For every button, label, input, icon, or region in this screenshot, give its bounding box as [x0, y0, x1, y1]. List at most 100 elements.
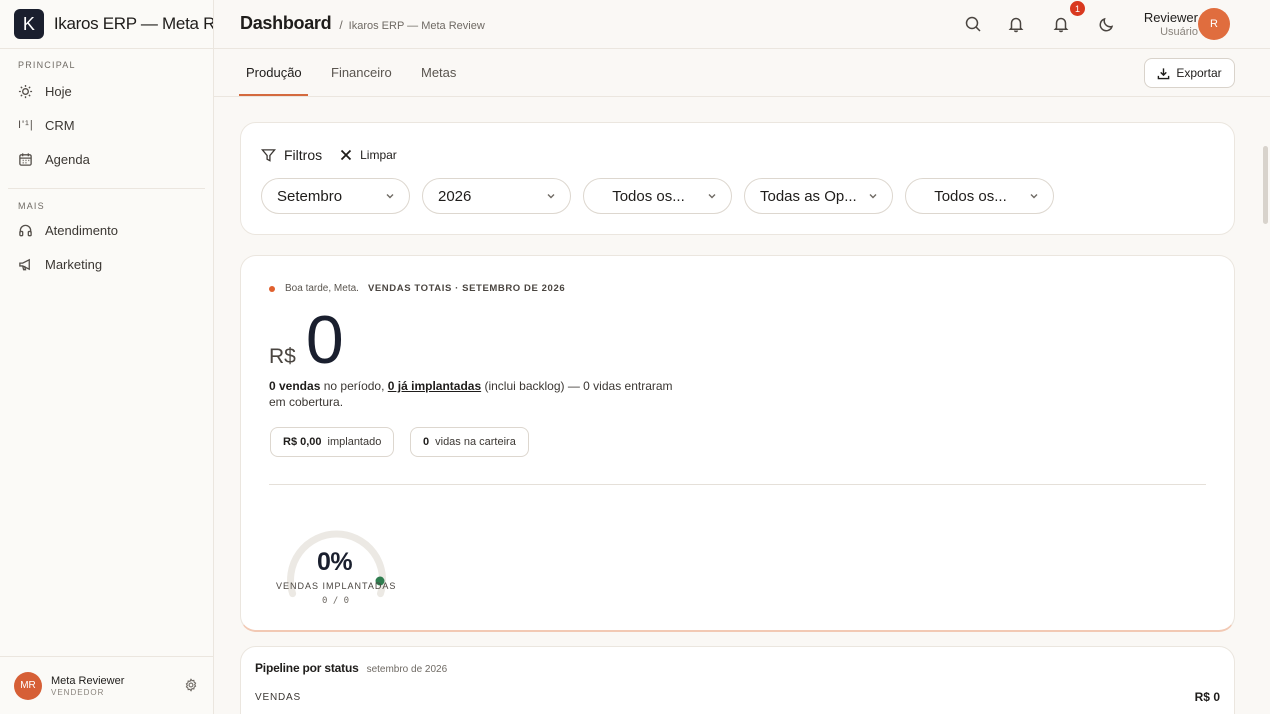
year-select-value: 2026 — [438, 187, 472, 205]
filter-select-5[interactable]: Todos os... — [905, 178, 1054, 214]
header-user-name: Reviewer — [1143, 10, 1198, 25]
summary-text-1: no período, — [320, 379, 388, 393]
clear-filters-button[interactable]: Limpar — [340, 148, 397, 162]
lives-chip: 0 vidas na carteira — [410, 427, 529, 457]
sales-total: 0 — [305, 302, 344, 378]
operator-select[interactable]: Todas as Op... — [744, 178, 893, 214]
megaphone-icon — [19, 258, 30, 270]
pipeline-header: Pipeline por status setembro de 2026 — [255, 661, 447, 675]
sales-divider — [269, 484, 1206, 485]
tab-bar: Produção Financeiro Metas Exportar — [214, 49, 1270, 97]
chevron-down-icon — [547, 194, 555, 199]
sales-heading: VENDAS TOTAIS · SETEMBRO DE 2026 — [367, 283, 566, 294]
chevron-down-icon — [1030, 194, 1038, 199]
clear-filters-label: Limpar — [360, 148, 397, 162]
pipeline-title: Pipeline por status — [255, 661, 359, 675]
gauge-label: VENDAS IMPLANTADAS — [276, 581, 397, 591]
filters-title: Filtros — [284, 147, 323, 163]
sidebar-item-label: Marketing — [45, 256, 103, 272]
filter-select-5-value: Todos os... — [934, 187, 1007, 205]
moon-icon[interactable] — [1098, 15, 1116, 33]
export-button[interactable]: Exportar — [1144, 58, 1235, 88]
breadcrumb: Dashboard / Ikaros ERP — Meta Review — [240, 13, 485, 34]
greeting: Boa tarde, Meta. — [285, 283, 359, 294]
bell-icon[interactable] — [1007, 15, 1025, 33]
currency-symbol: R$ — [269, 345, 296, 368]
brand-logo: K — [14, 9, 44, 39]
status-dot — [269, 285, 275, 292]
brand[interactable]: K Ikaros ERP — Meta Review — [0, 0, 213, 49]
close-icon — [340, 149, 352, 161]
user-info: Meta Reviewer VENDEDOR — [51, 675, 124, 697]
sidebar: K Ikaros ERP — Meta Review PRINCIPAL Hoj… — [0, 0, 214, 714]
sidebar-item-hoje[interactable]: Hoje — [0, 74, 213, 108]
brand-name: Ikaros ERP — Meta Review — [53, 14, 213, 33]
sales-card: Boa tarde, Meta. VENDAS TOTAIS · SETEMBR… — [240, 255, 1235, 632]
implanted-chip: R$ 0,00 implantado — [270, 427, 395, 457]
implanted-label: implantado — [327, 436, 382, 448]
chevron-down-icon — [869, 194, 877, 199]
filters-card: Filtros Limpar Setembro 2026 Todos os...… — [240, 122, 1235, 235]
pipeline-row-value: R$ 0 — [1194, 690, 1220, 704]
sidebar-item-agenda[interactable]: Agenda — [0, 142, 213, 176]
page-title: Dashboard — [240, 13, 332, 33]
top-header: Dashboard / Ikaros ERP — Meta Review 1 R… — [214, 0, 1270, 49]
pipeline-row-label: VENDAS — [255, 692, 301, 703]
sidebar-item-label: Agenda — [45, 151, 90, 167]
filters-header: Filtros Limpar — [261, 147, 397, 163]
chevron-down-icon — [708, 194, 716, 199]
breadcrumb-separator: / — [339, 18, 343, 32]
month-select[interactable]: Setembro — [261, 178, 410, 214]
user-name: Meta Reviewer — [51, 674, 125, 687]
tab-metas[interactable]: Metas — [421, 65, 456, 80]
sales-count: 0 vendas — [269, 379, 321, 393]
header-user-role: Usuário — [1160, 26, 1198, 38]
breadcrumb-path[interactable]: Ikaros ERP — Meta Review — [349, 20, 485, 32]
kanban-icon: I'¹| — [18, 119, 34, 131]
lives-label: vidas na carteira — [435, 436, 516, 448]
avatar: MR — [14, 671, 42, 700]
gear-icon[interactable] — [184, 678, 198, 692]
sidebar-item-marketing[interactable]: Marketing — [0, 247, 213, 281]
chevron-down-icon — [386, 194, 394, 199]
sidebar-item-atendimento[interactable]: Atendimento — [0, 213, 213, 247]
lives-value: 0 — [423, 436, 430, 448]
sidebar-item-label: Atendimento — [45, 222, 118, 238]
sales-header-row: Boa tarde, Meta. VENDAS TOTAIS · SETEMBR… — [269, 283, 565, 294]
headset-icon — [19, 224, 32, 236]
export-label: Exportar — [1176, 66, 1222, 80]
pipeline-subtitle: setembro de 2026 — [366, 664, 448, 675]
sidebar-item-label: CRM — [45, 117, 75, 133]
page-scrollbar[interactable] — [1263, 146, 1268, 224]
sidebar-user[interactable]: MR Meta Reviewer VENDEDOR — [0, 656, 213, 714]
header-avatar[interactable]: R — [1198, 8, 1230, 40]
section-label-mais: MAIS — [18, 201, 45, 211]
filter-select-3[interactable]: Todos os... — [583, 178, 732, 214]
operator-select-value: Todas as Op... — [760, 187, 857, 205]
search-icon[interactable] — [964, 15, 982, 33]
sun-icon — [18, 84, 33, 98]
section-label-principal: PRINCIPAL — [18, 60, 76, 70]
sales-amount: R$ 0 — [269, 302, 344, 378]
year-select[interactable]: 2026 — [422, 178, 571, 214]
sales-summary: 0 vendas no período, 0 já implantadas (i… — [269, 378, 689, 410]
user-role: VENDEDOR — [51, 687, 105, 697]
gauge-count: 0 / 0 — [322, 596, 350, 606]
filter-select-3-value: Todos os... — [612, 187, 685, 205]
month-select-value: Setembro — [277, 187, 343, 205]
tab-producao[interactable]: Produção — [246, 65, 302, 80]
download-icon — [1158, 67, 1170, 79]
notification-badge: 1 — [1070, 1, 1085, 16]
sidebar-item-label: Hoje — [45, 83, 72, 99]
implanted-value: R$ 0,00 — [283, 436, 322, 448]
pipeline-card: Pipeline por status setembro de 2026 VEN… — [240, 646, 1235, 714]
gauge-percent: 0% — [317, 548, 353, 576]
tab-financeiro[interactable]: Financeiro — [331, 65, 392, 80]
implanted-count-link[interactable]: 0 já implantadas — [388, 379, 481, 393]
notifications-icon[interactable] — [1052, 15, 1070, 33]
sidebar-item-crm[interactable]: I'¹| CRM — [0, 108, 213, 142]
tab-active-indicator — [239, 94, 308, 96]
sidebar-divider — [8, 188, 205, 189]
header-user[interactable]: Reviewer Usuário — [1144, 10, 1198, 38]
filter-icon — [261, 148, 276, 162]
